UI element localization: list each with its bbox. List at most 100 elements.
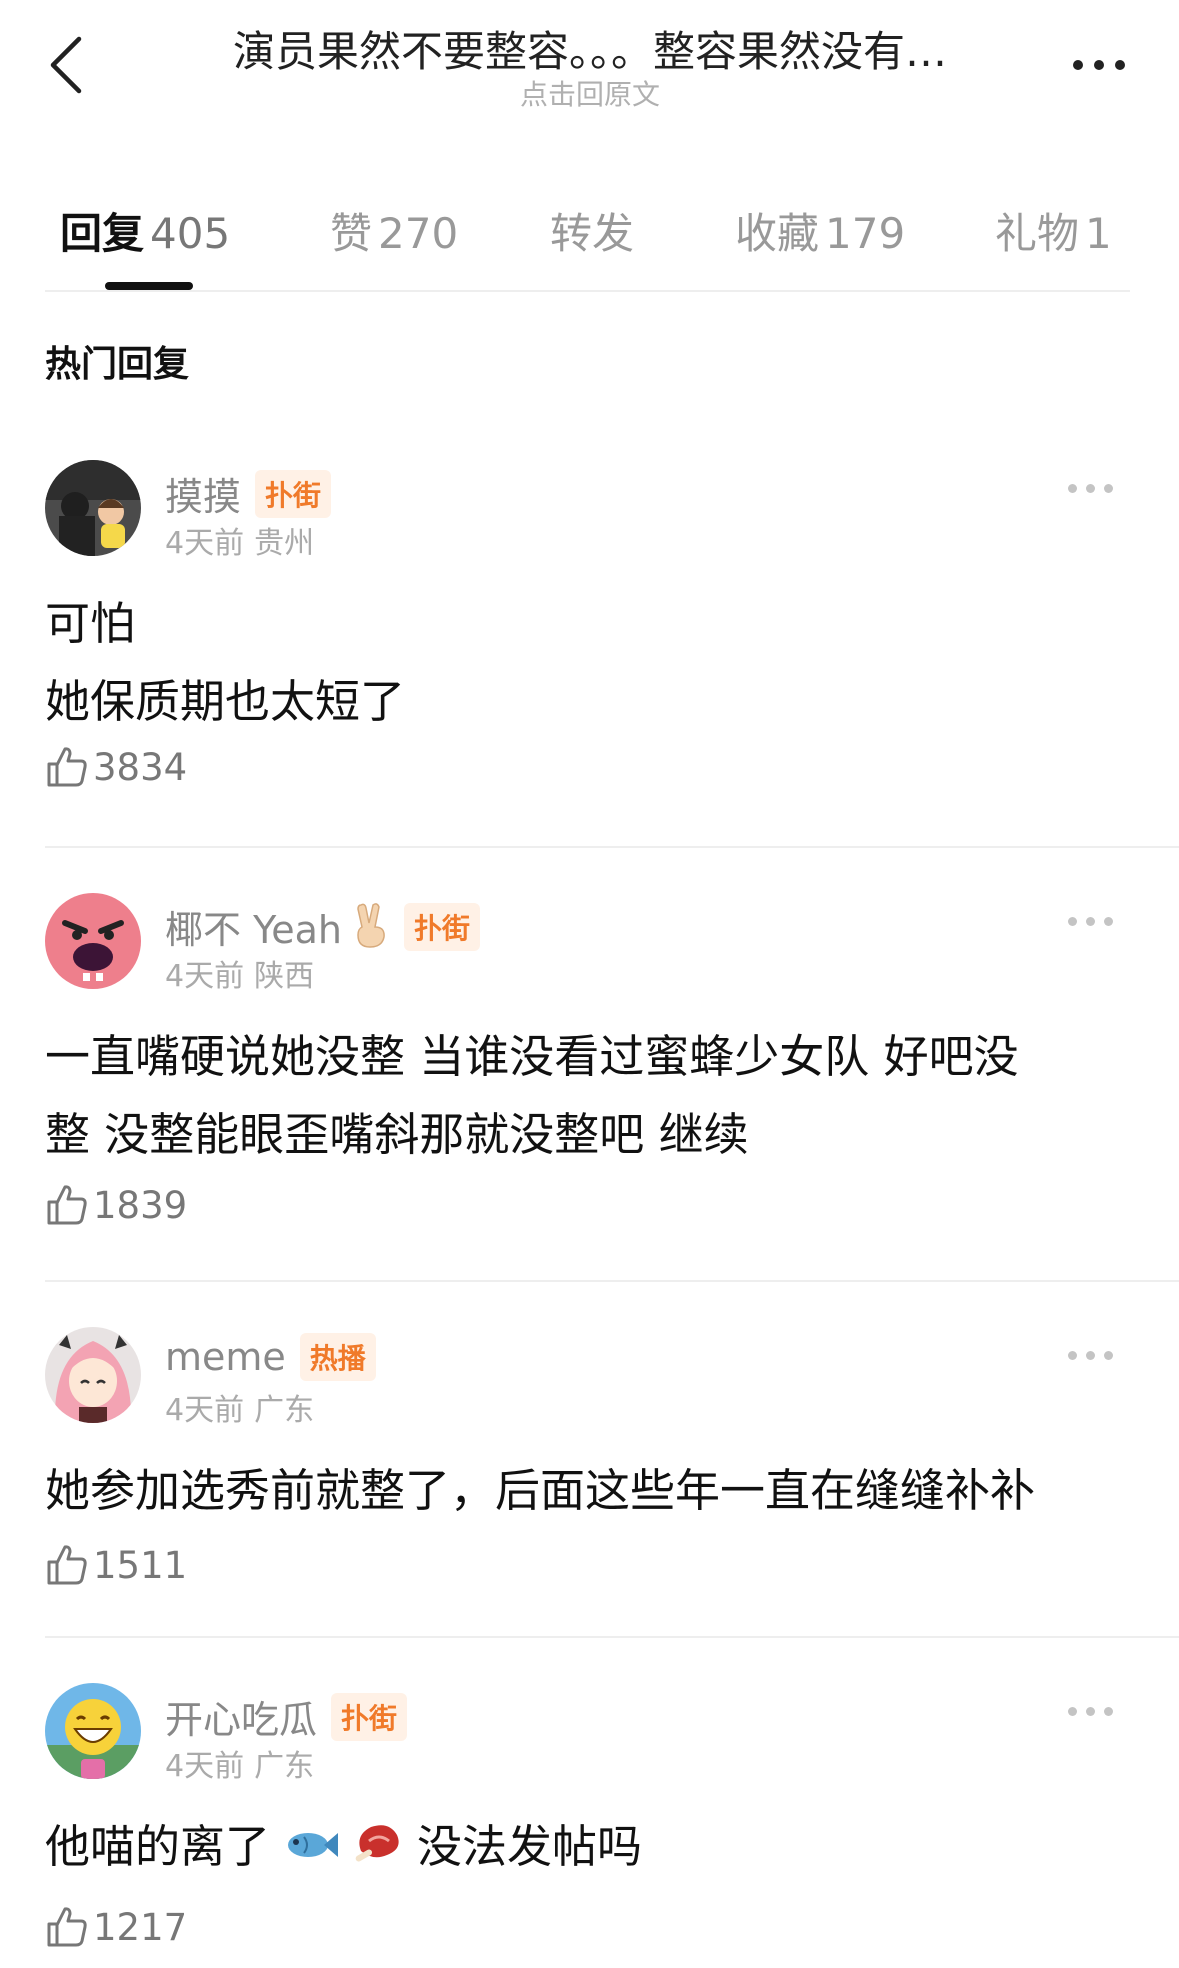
like-button[interactable]: 1839 [45,1183,187,1227]
comment-meta: 4天前 广东 [165,1385,314,1429]
like-button[interactable]: 1511 [45,1543,187,1587]
more-icon-dot [1086,484,1095,493]
comment-item: 摸摸 扑街 4天前 贵州 可怕 她保质期也太短了 3834 [0,460,1179,840]
comment-item: meme 热播 4天前 广东 她参加选秀前就整了，后面这些年一直在缝缝补补 151… [0,1327,1179,1627]
tab-reposts[interactable]: 转发 [550,200,634,261]
comment-time: 4天前 [165,959,245,994]
avatar[interactable] [45,1683,141,1779]
tab-count: 1 [1085,209,1112,258]
comment-time: 4天前 [165,1393,245,1428]
more-icon [1068,1707,1077,1716]
avatar[interactable] [45,460,141,556]
tab-label: 赞 [330,209,373,258]
thumbs-up-icon [47,1185,87,1225]
comment-meta: 4天前 贵州 [165,518,314,562]
comment-more-button[interactable] [1062,478,1119,499]
comment-line: 她保质期也太短了 [45,675,406,728]
comment-divider [45,846,1179,848]
top-bar: 演员果然不要整容。。。整容果然没有… 点击回原文 [0,0,1179,140]
like-count: 1839 [93,1183,188,1227]
comment-text: 可怕 她保质期也太短了 [45,585,1139,741]
more-icon-dot [1086,1351,1095,1360]
tabs-divider [45,290,1130,292]
more-icon [1068,917,1077,926]
tab-label: 回复 [60,209,145,258]
more-icon [1068,1351,1077,1360]
comment-text-part: 没法发帖吗 [416,1820,642,1873]
tab-likes[interactable]: 赞 270 [330,200,458,261]
comment-location: 广东 [254,1749,315,1784]
laughing-emoji-avatar-icon [45,1683,141,1779]
tab-count: 270 [378,209,459,258]
user-badge: 扑街 [404,902,481,951]
avatar[interactable] [45,893,141,989]
tab-favorites[interactable]: 收藏 179 [735,200,905,261]
username[interactable]: 摸摸 [165,466,241,521]
comment-line: 她参加选秀前就整了，后面这些年一直在缝缝补补 [45,1464,1036,1517]
more-icon-dot [1115,60,1125,70]
more-icon [1068,484,1077,493]
comment-line: 一直嘴硬说她没整 当谁没看过蜜蜂少女队 好吧没 [45,1030,1019,1083]
more-icon-dot [1094,60,1104,70]
comment-line: 他喵的离了 没法发帖吗 [45,1808,1139,1889]
username[interactable]: 椰不 Yeah [165,899,342,954]
comment-meta: 4天前 陕西 [165,951,314,995]
back-button[interactable] [30,20,100,110]
comment-divider [45,1636,1179,1638]
tab-replies[interactable]: 回复 405 [60,200,230,261]
comment-location: 陕西 [254,959,315,994]
more-icon-dot [1104,484,1113,493]
more-icon [1073,60,1083,70]
tab-gifts[interactable]: 礼物 1 [995,200,1112,261]
avatar[interactable] [45,1327,141,1423]
comment-time: 4天前 [165,1749,245,1784]
comment-text: 一直嘴硬说她没整 当谁没看过蜜蜂少女队 好吧没 整 没整能眼歪嘴斜那就没整吧 继… [45,1018,1139,1174]
more-icon-dot [1104,1351,1113,1360]
like-count: 1511 [93,1543,188,1587]
more-options-button[interactable] [1054,30,1144,100]
comment-text-part: 他喵的离了 [45,1820,271,1873]
name-row: meme 热播 [165,1333,376,1381]
user-badge: 热播 [299,1333,376,1381]
comment-item: 开心吃瓜 扑街 4天前 广东 他喵的离了 没法发帖吗 1217 [0,1683,1179,1968]
comment-more-button[interactable] [1062,1345,1119,1366]
like-count: 1217 [93,1905,188,1949]
victory-hand-icon [352,901,390,953]
more-icon-dot [1086,1707,1095,1716]
comment-more-button[interactable] [1062,911,1119,932]
user-badge: 扑街 [331,1692,408,1741]
chevron-left-icon [50,36,82,94]
name-row: 开心吃瓜 扑街 [165,1689,408,1744]
thumbs-up-icon [47,1907,87,1947]
post-replies-page: 演员果然不要整容。。。整容果然没有… 点击回原文 回复 405 赞 270 转发 收… [0,0,1179,1968]
active-tab-indicator [105,282,193,290]
tab-count: 405 [150,209,231,258]
name-row: 摸摸 扑街 [165,466,332,521]
angry-pig-avatar-icon [45,893,141,989]
comment-meta: 4天前 广东 [165,1741,314,1785]
user-badge: 扑街 [255,469,332,518]
comment-line: 整 没整能眼歪嘴斜那就没整吧 继续 [45,1108,749,1161]
username[interactable]: meme [165,1335,286,1379]
fish-icon [284,1811,339,1889]
tab-bar: 回复 405 赞 270 转发 收藏 179 礼物 1 [0,190,1179,290]
like-button[interactable]: 3834 [45,745,187,789]
back-to-original-link[interactable]: 点击回原文 [170,73,1010,113]
comment-text: 她参加选秀前就整了，后面这些年一直在缝缝补补 [45,1452,1139,1530]
photo-avatar-icon [45,460,141,556]
meat-icon [353,1811,403,1889]
post-title: 演员果然不要整容。。。整容果然没有… [232,27,947,76]
comment-time: 4天前 [165,526,245,561]
comment-more-button[interactable] [1062,1701,1119,1722]
name-row: 椰不 Yeah 扑街 [165,899,481,954]
tab-label: 礼物 [995,209,1080,258]
thumbs-up-icon [47,747,87,787]
comment-item: 椰不 Yeah 扑街 4天前 陕西 一直嘴硬说她没整 当谁没看过蜜蜂少女队 好吧没… [0,893,1179,1273]
tab-label: 转发 [550,209,635,258]
tab-label: 收藏 [735,209,820,258]
section-title-hot-replies: 热门回复 [45,344,190,385]
comment-text: 他喵的离了 没法发帖吗 [45,1808,1139,1889]
comment-divider [45,1280,1179,1282]
like-button[interactable]: 1217 [45,1905,187,1949]
username[interactable]: 开心吃瓜 [165,1689,317,1744]
